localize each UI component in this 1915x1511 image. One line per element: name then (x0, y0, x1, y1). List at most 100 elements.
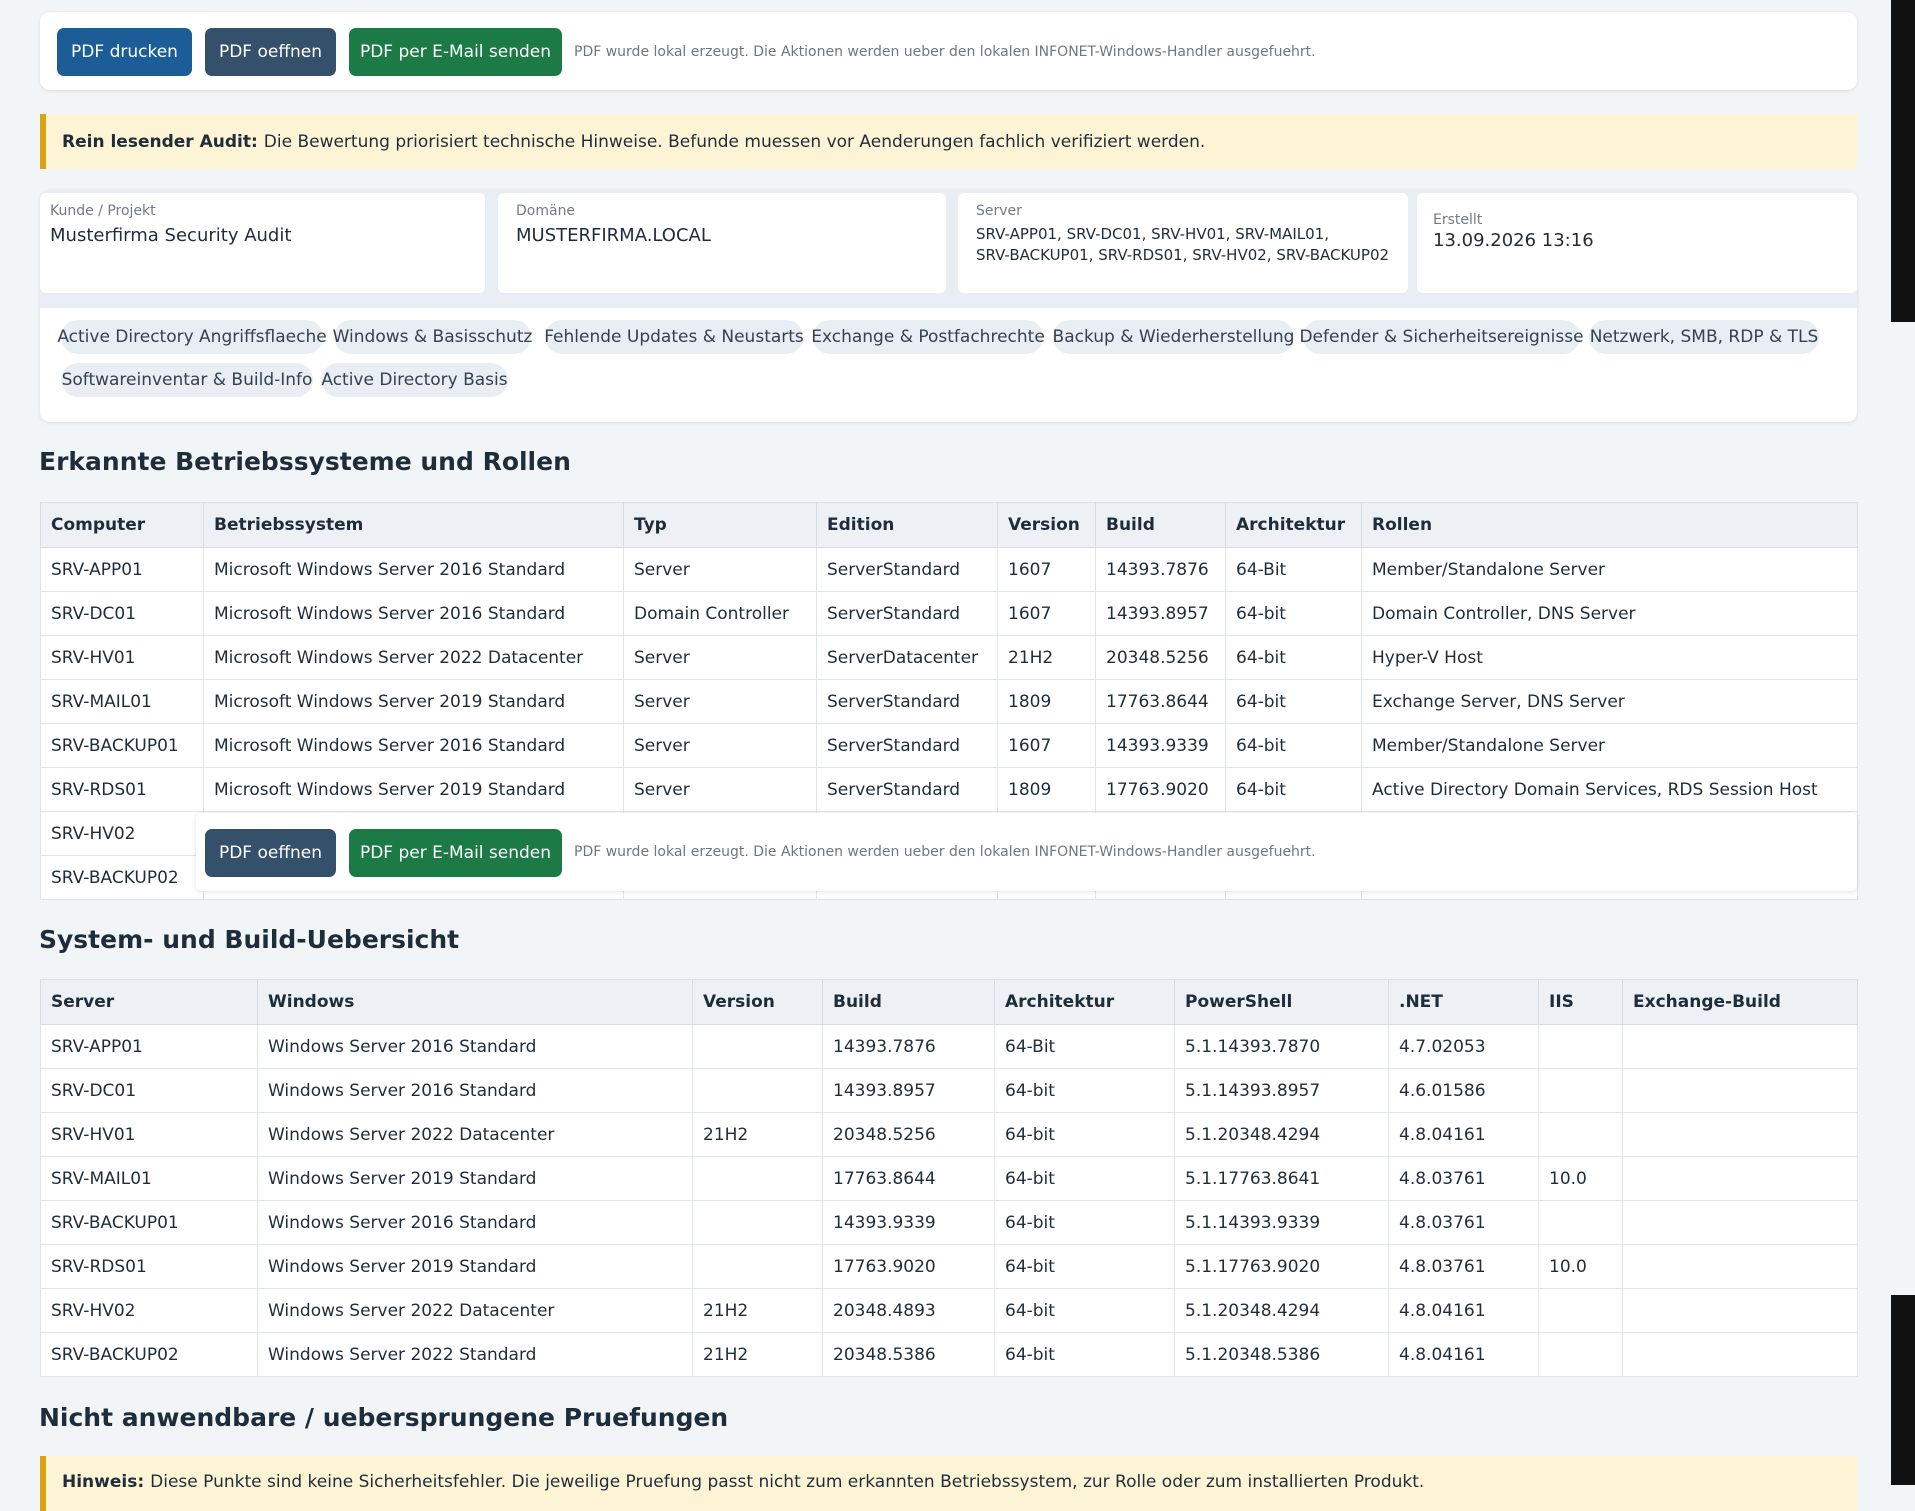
build-overview-cell: 4.6.01586 (1388, 1068, 1539, 1113)
build-overview-cell: 5.1.20348.4294 (1174, 1288, 1389, 1333)
floating-email-pdf-button[interactable]: PDF per E-Mail senden (349, 829, 562, 877)
os-roles-cell: SRV-RDS01 (40, 767, 204, 812)
os-roles-header-1: Betriebssystem (203, 502, 624, 548)
os-roles-cell: SRV-BACKUP02 (40, 855, 204, 900)
meta-customer-label: Kunde / Projekt (50, 203, 156, 219)
chip-missing-updates[interactable]: Fehlende Updates & Neustarts (544, 320, 804, 354)
build-overview-cell: 14393.7876 (822, 1024, 995, 1069)
table-row: SRV-DC01 Windows Server 2016 Standard 1439… (40, 1068, 1858, 1113)
build-overview-cell (1622, 1112, 1858, 1157)
build-overview-cell: Windows Server 2019 Standard (257, 1156, 693, 1201)
pdf-note: PDF wurde lokal erzeugt. Die Aktionen we… (574, 44, 1316, 60)
meta-created: Erstellt 13.09.2026 13:16 (1417, 193, 1857, 293)
os-roles-cell: 17763.8644 (1095, 679, 1226, 724)
build-overview-cell: 14393.9339 (822, 1200, 995, 1245)
build-overview-header-5: PowerShell (1174, 979, 1389, 1025)
os-roles-cell: SRV-HV02 (40, 811, 204, 856)
os-roles-cell: 64-bit (1225, 767, 1362, 812)
build-overview-cell: 4.8.03761 (1388, 1200, 1539, 1245)
chip-windows-baseline[interactable]: Windows & Basisschutz (333, 320, 532, 354)
chip-defender[interactable]: Defender & Sicherheitsereignisse (1299, 320, 1584, 354)
build-overview-cell (1622, 1156, 1858, 1201)
floating-open-pdf-button[interactable]: PDF oeffnen (205, 829, 336, 877)
chip-exchange[interactable]: Exchange & Postfachrechte (811, 320, 1045, 354)
table-row: SRV-BACKUP01 Windows Server 2016 Standard… (40, 1200, 1858, 1245)
os-roles-cell: ServerStandard (816, 591, 998, 636)
skipped-checks-hint-label: Hinweis: (62, 1472, 145, 1492)
os-roles-cell: 64-bit (1225, 591, 1362, 636)
os-roles-cell: 64-bit (1225, 723, 1362, 768)
build-overview-cell: 21H2 (692, 1332, 823, 1377)
build-overview-cell (692, 1068, 823, 1113)
scrollbar-thumb-top[interactable] (1891, 0, 1915, 322)
build-overview-cell (692, 1156, 823, 1201)
build-overview-cell: 10.0 (1538, 1156, 1623, 1201)
skipped-checks-hint-text: Diese Punkte sind keine Sicherheitsfehle… (150, 1472, 1425, 1492)
table-row: SRV-RDS01 Windows Server 2019 Standard 177… (40, 1244, 1858, 1289)
build-overview-header-6: .NET (1388, 979, 1539, 1025)
build-overview-cell: SRV-MAIL01 (40, 1156, 258, 1201)
os-roles-cell: 14393.8957 (1095, 591, 1226, 636)
meta-server-label: Server (976, 203, 1022, 219)
email-pdf-button[interactable]: PDF per E-Mail senden (349, 28, 562, 76)
os-roles-header-6: Architektur (1225, 502, 1362, 548)
os-roles-cell: Hyper-V Host (1361, 635, 1858, 680)
build-overview-cell: Windows Server 2016 Standard (257, 1068, 693, 1113)
build-overview-cell: 4.8.03761 (1388, 1156, 1539, 1201)
build-overview-cell: 4.8.04161 (1388, 1332, 1539, 1377)
os-roles-cell: 20348.5256 (1095, 635, 1226, 680)
os-roles-cell: ServerStandard (816, 547, 998, 592)
os-roles-header-5: Build (1095, 502, 1226, 548)
build-overview-cell: Windows Server 2022 Standard (257, 1332, 693, 1377)
audit-notice: Rein lesender Audit: Die Bewertung prior… (40, 114, 1857, 169)
table-row: SRV-APP01 Microsoft Windows Server 2016 S… (40, 547, 1858, 592)
os-roles-cell: Server (623, 723, 817, 768)
build-overview-cell: SRV-RDS01 (40, 1244, 258, 1289)
scrollbar-thumb-bottom[interactable] (1891, 1295, 1915, 1485)
os-roles-cell: Member/Standalone Server (1361, 547, 1858, 592)
build-overview-cell (1622, 1244, 1858, 1289)
os-roles-cell: Microsoft Windows Server 2016 Standard (203, 547, 624, 592)
meta-domain: Domäne MUSTERFIRMA.LOCAL (498, 193, 946, 293)
build-overview-cell: 4.8.03761 (1388, 1244, 1539, 1289)
build-overview-cell: SRV-APP01 (40, 1024, 258, 1069)
build-overview-cell (1538, 1332, 1623, 1377)
build-overview-header-row: Server Windows Version Build Architektur Powe… (40, 979, 1858, 1025)
table-row: SRV-RDS01 Microsoft Windows Server 2019 S… (40, 767, 1858, 812)
chip-backup[interactable]: Backup & Wiederherstellung (1053, 320, 1294, 354)
os-roles-cell: SRV-MAIL01 (40, 679, 204, 724)
meta-server-value: SRV-APP01, SRV-DC01, SRV-HV01, SRV-MAIL0… (976, 225, 1390, 264)
build-overview-header-0: Server (40, 979, 258, 1025)
os-roles-cell: Domain Controller (623, 591, 817, 636)
build-overview-cell (1538, 1112, 1623, 1157)
meta-customer: Kunde / Projekt Musterfirma Security Aud… (40, 193, 485, 293)
table-row: SRV-BACKUP01 Microsoft Windows Server 201… (40, 723, 1858, 768)
build-overview-cell: 64-bit (994, 1288, 1175, 1333)
build-overview-cell: 5.1.14393.9339 (1174, 1200, 1389, 1245)
os-roles-cell: 14393.9339 (1095, 723, 1226, 768)
chip-ad-basics[interactable]: Active Directory Basis (321, 363, 508, 397)
build-overview-cell (692, 1244, 823, 1289)
chip-network[interactable]: Netzwerk, SMB, RDP & TLS (1589, 320, 1819, 354)
open-pdf-button[interactable]: PDF oeffnen (205, 28, 336, 76)
os-roles-cell: SRV-DC01 (40, 591, 204, 636)
build-overview-cell (1622, 1200, 1858, 1245)
build-overview-cell: 64-Bit (994, 1024, 1175, 1069)
section-skipped-checks-title: Nicht anwendbare / uebersprungene Pruefu… (39, 1403, 729, 1432)
build-overview-cell (1622, 1068, 1858, 1113)
build-overview-cell: Windows Server 2016 Standard (257, 1200, 693, 1245)
print-pdf-button[interactable]: PDF drucken (57, 28, 192, 76)
build-overview-cell (1622, 1288, 1858, 1333)
os-roles-cell: 14393.7876 (1095, 547, 1226, 592)
build-overview-cell (692, 1024, 823, 1069)
chip-software-inventory[interactable]: Softwareinventar & Build-Info (61, 363, 313, 397)
build-overview-cell: Windows Server 2019 Standard (257, 1244, 693, 1289)
build-overview-header-1: Windows (257, 979, 693, 1025)
os-roles-cell: Server (623, 547, 817, 592)
skipped-checks-hint: Hinweis: Diese Punkte sind keine Sicherh… (40, 1456, 1857, 1511)
build-overview-cell: SRV-HV02 (40, 1288, 258, 1333)
chip-ad-attack-surface[interactable]: Active Directory Angriffsflaeche (57, 320, 327, 354)
table-row: SRV-MAIL01 Microsoft Windows Server 2019 … (40, 679, 1858, 724)
os-roles-cell: 1809 (997, 679, 1096, 724)
os-roles-cell: ServerStandard (816, 723, 998, 768)
